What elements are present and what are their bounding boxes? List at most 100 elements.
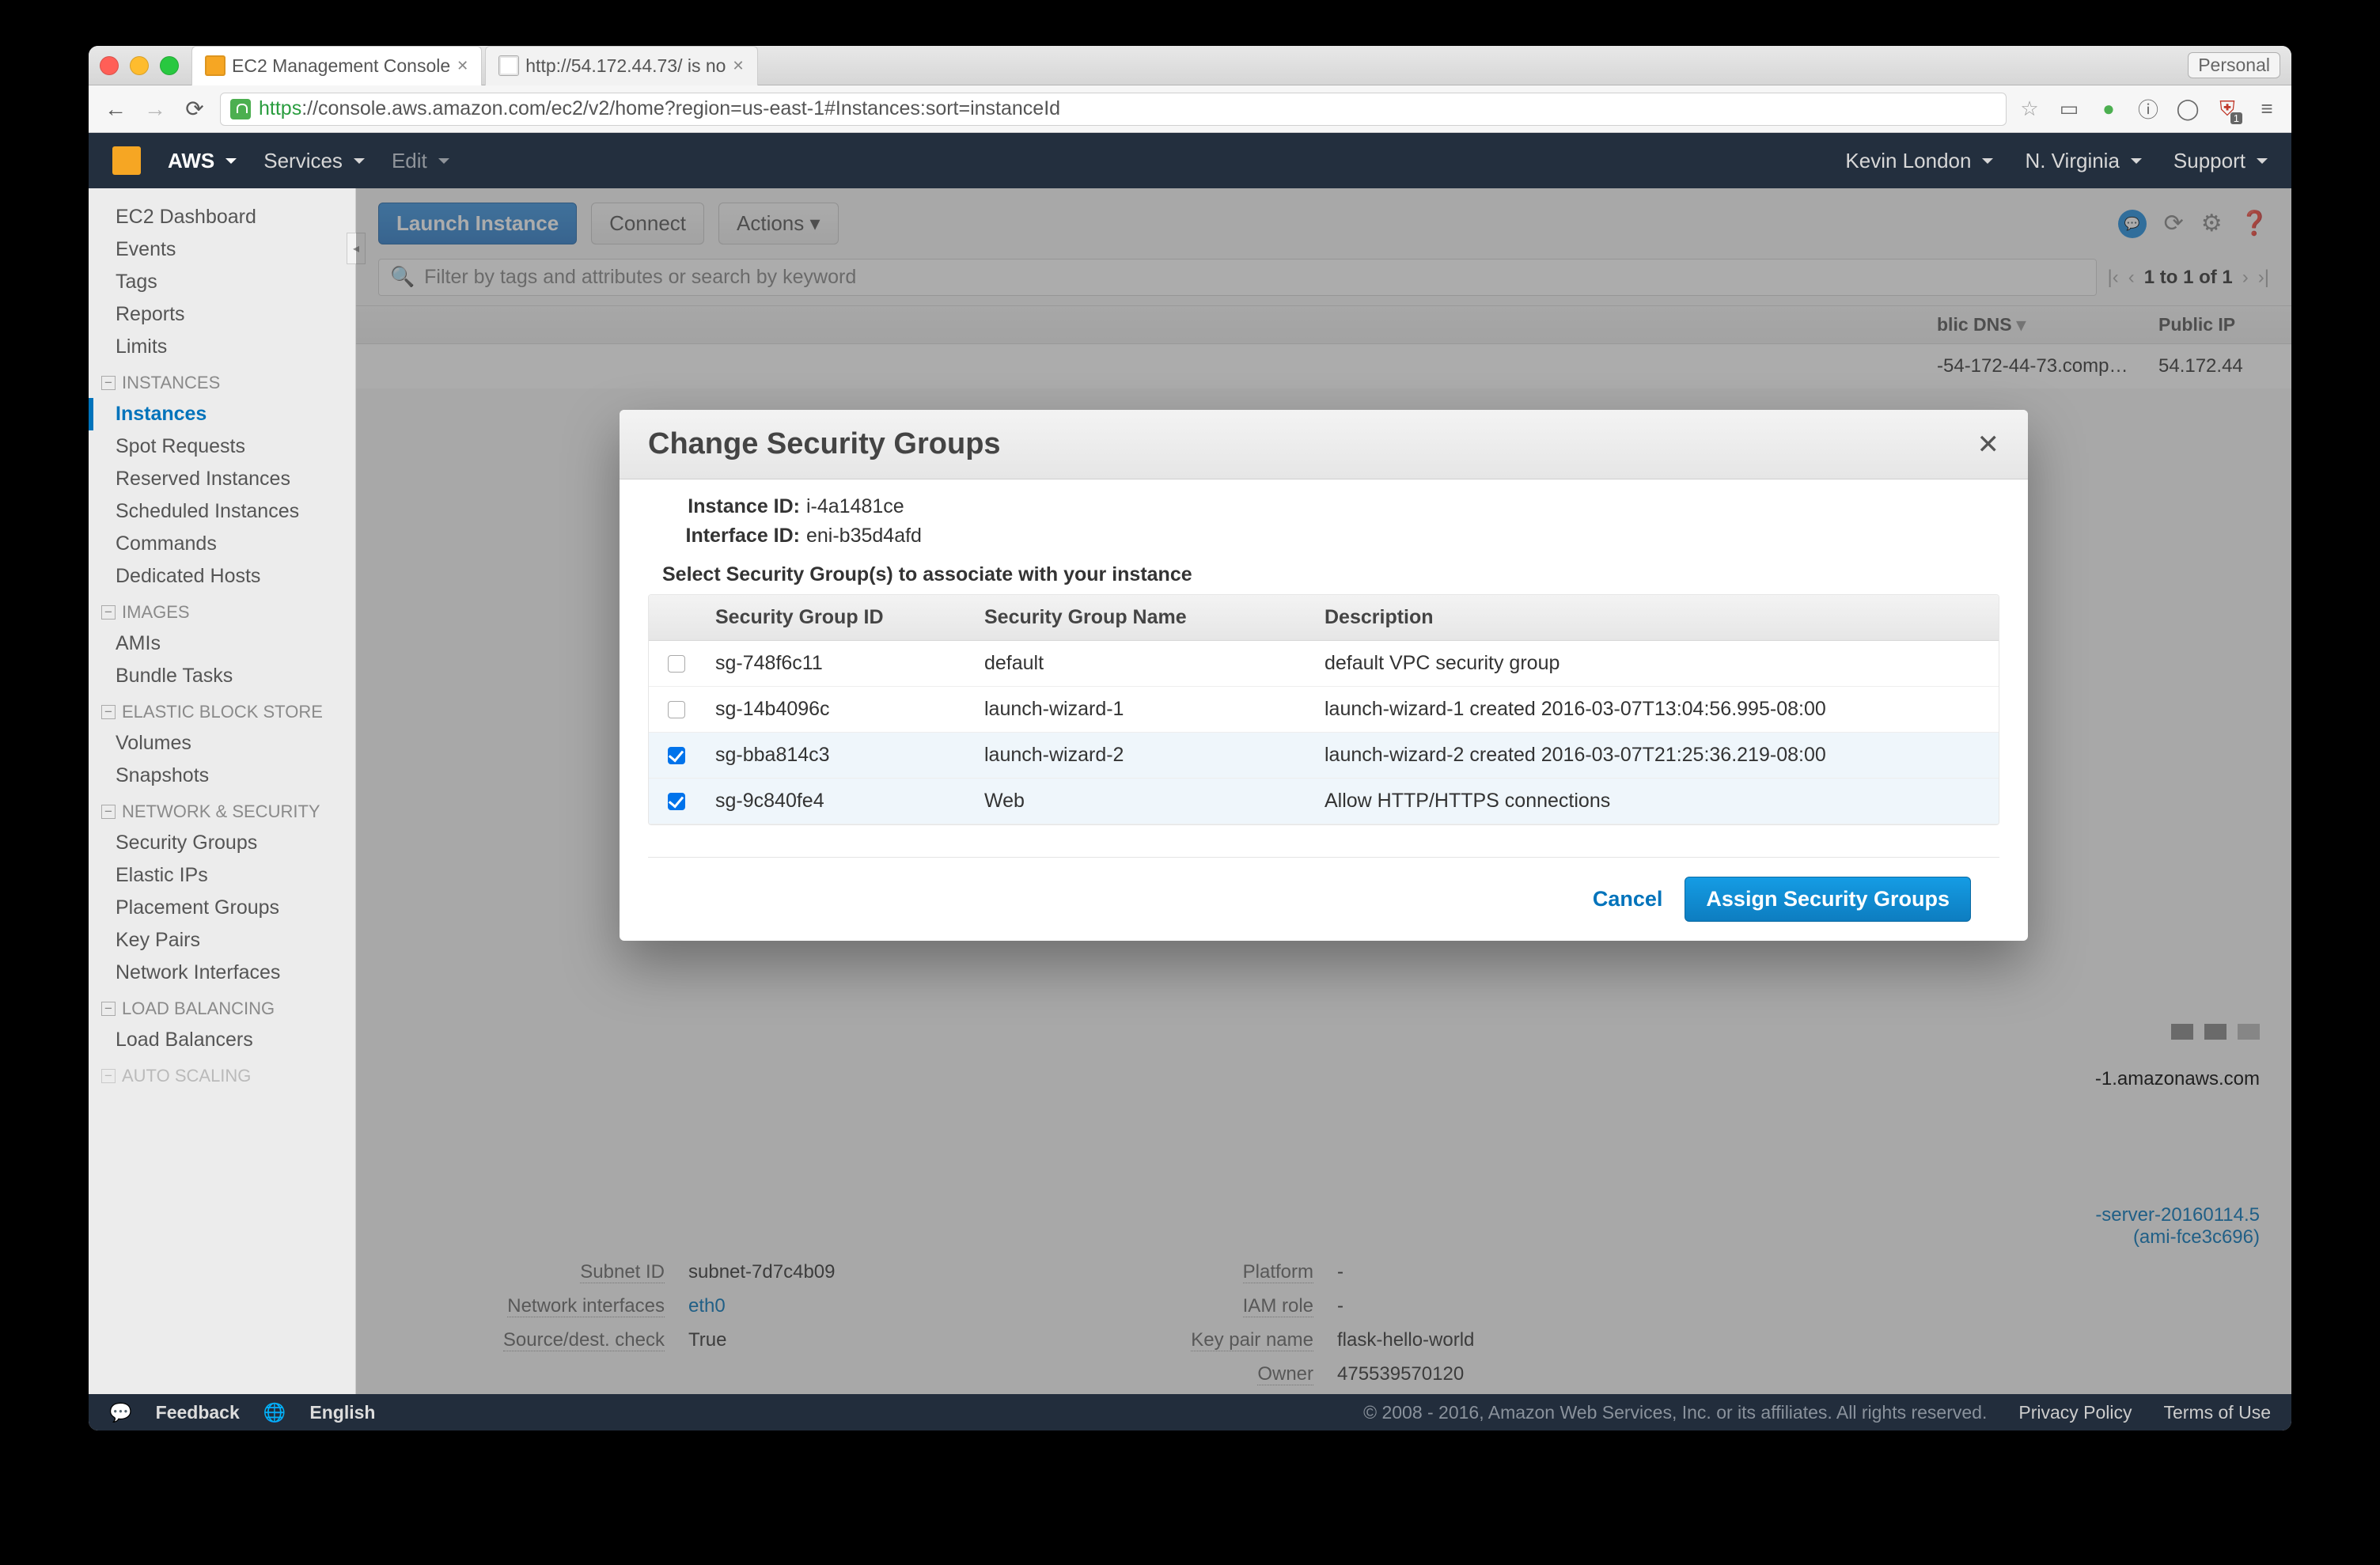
titlebar: EC2 Management Console ✕ http://54.172.4…	[89, 46, 2291, 85]
sg-name: default	[973, 641, 1313, 686]
forward-button[interactable]: →	[141, 97, 169, 122]
sidebar: EC2 Dashboard Events Tags Reports Limits…	[89, 188, 356, 1394]
ublock-icon[interactable]: ⛨1	[2215, 97, 2239, 121]
sidebar-section-instances[interactable]: −INSTANCES	[89, 363, 355, 398]
profile-badge[interactable]: Personal	[2188, 52, 2280, 78]
edit-menu[interactable]: Edit	[392, 149, 449, 173]
terms-link[interactable]: Terms of Use	[2164, 1402, 2271, 1423]
sidebar-item-eip[interactable]: Elastic IPs	[89, 859, 355, 892]
minimize-window-icon[interactable]	[130, 56, 149, 75]
section-label: AUTO SCALING	[122, 1066, 251, 1086]
sg-id: sg-748f6c11	[704, 641, 973, 686]
instance-id-value: i-4a1481ce	[806, 495, 904, 517]
sg-desc: launch-wizard-1 created 2016-03-07T13:04…	[1313, 687, 1999, 732]
sidebar-item-volumes[interactable]: Volumes	[89, 727, 355, 760]
browser-tab-ec2[interactable]: EC2 Management Console ✕	[191, 46, 482, 85]
menu-icon[interactable]: ≡	[2255, 97, 2279, 121]
maximize-window-icon[interactable]	[160, 56, 179, 75]
section-label: LOAD BALANCING	[122, 998, 275, 1019]
extension-dot-icon[interactable]: ●	[2097, 97, 2120, 121]
sidebar-item-dashboard[interactable]: EC2 Dashboard	[89, 201, 355, 233]
sidebar-section-lb[interactable]: −LOAD BALANCING	[89, 989, 355, 1024]
cancel-button[interactable]: Cancel	[1593, 887, 1663, 911]
sidebar-item-snapshots[interactable]: Snapshots	[89, 760, 355, 792]
bookmark-icon[interactable]: ☆	[2018, 97, 2041, 121]
modal-body: Instance ID:i-4a1481ce Interface ID:eni-…	[620, 479, 2028, 941]
sidebar-item-lb[interactable]: Load Balancers	[89, 1024, 355, 1056]
sg-row[interactable]: sg-14b4096c launch-wizard-1 launch-wizar…	[649, 687, 1999, 733]
instance-id-label: Instance ID:	[648, 495, 806, 518]
sg-id: sg-bba814c3	[704, 733, 973, 778]
checkbox-checked[interactable]	[668, 793, 685, 810]
close-icon[interactable]: ✕	[1977, 429, 2000, 460]
sidebar-item-placement[interactable]: Placement Groups	[89, 892, 355, 924]
aws-logo-icon[interactable]	[112, 146, 141, 175]
browser-tab-ip[interactable]: http://54.172.44.73/ is no ✕	[485, 46, 757, 85]
sg-row[interactable]: sg-bba814c3 launch-wizard-2 launch-wizar…	[649, 733, 1999, 779]
cast-icon[interactable]: ▭	[2057, 97, 2081, 121]
assign-security-groups-button[interactable]: Assign Security Groups	[1685, 877, 1971, 922]
aws-favicon-icon	[205, 55, 225, 76]
feedback-link[interactable]: Feedback	[156, 1402, 240, 1423]
sidebar-item-netif[interactable]: Network Interfaces	[89, 957, 355, 989]
sidebar-item-secgroups[interactable]: Security Groups	[89, 827, 355, 859]
instance-id-line: Instance ID:i-4a1481ce	[648, 492, 1999, 521]
th-sg-name: Security Group Name	[973, 595, 1313, 640]
back-button[interactable]: ←	[101, 97, 130, 122]
sidebar-item-scheduled[interactable]: Scheduled Instances	[89, 495, 355, 528]
modal-footer: Cancel Assign Security Groups	[648, 857, 1999, 941]
close-tab-icon[interactable]: ✕	[457, 58, 468, 74]
sidebar-section-ebs[interactable]: −ELASTIC BLOCK STORE	[89, 692, 355, 727]
sidebar-item-spot[interactable]: Spot Requests	[89, 430, 355, 463]
reload-button[interactable]: ⟳	[180, 96, 209, 122]
security-group-table: Security Group ID Security Group Name De…	[648, 594, 1999, 825]
section-label: NETWORK & SECURITY	[122, 801, 320, 822]
close-tab-icon[interactable]: ✕	[732, 58, 744, 74]
section-label: IMAGES	[122, 602, 190, 623]
sg-row[interactable]: sg-9c840fe4 Web Allow HTTP/HTTPS connect…	[649, 779, 1999, 824]
url-path: ://console.aws.amazon.com/ec2/v2/home?re…	[301, 97, 1060, 120]
sg-desc: Allow HTTP/HTTPS connections	[1313, 779, 1999, 824]
modal-header: Change Security Groups ✕	[620, 410, 2028, 479]
sidebar-item-dedicated[interactable]: Dedicated Hosts	[89, 560, 355, 593]
sidebar-section-images[interactable]: −IMAGES	[89, 593, 355, 627]
services-menu[interactable]: Services	[263, 149, 365, 173]
modal-overlay: Change Security Groups ✕ Instance ID:i-4…	[356, 188, 2291, 1394]
aws-header: AWS Services Edit Kevin London N. Virgin…	[89, 133, 2291, 188]
user-menu[interactable]: Kevin London	[1845, 149, 1993, 173]
sidebar-item-instances[interactable]: Instances	[89, 398, 355, 430]
tab-title: EC2 Management Console	[232, 55, 450, 77]
checkbox-checked[interactable]	[668, 747, 685, 764]
language-link[interactable]: English	[309, 1402, 375, 1423]
url-protocol: https	[259, 97, 301, 120]
checkbox[interactable]	[668, 655, 685, 673]
sidebar-section-as[interactable]: −AUTO SCALING	[89, 1056, 355, 1091]
sidebar-item-limits[interactable]: Limits	[89, 331, 355, 363]
browser-tabs: EC2 Management Console ✕ http://54.172.4…	[191, 46, 761, 85]
sidebar-item-amis[interactable]: AMIs	[89, 627, 355, 660]
th-sg-desc: Description	[1313, 595, 1999, 640]
checkbox[interactable]	[668, 701, 685, 718]
url-bar[interactable]: https://console.aws.amazon.com/ec2/v2/ho…	[220, 93, 2007, 126]
onepass-icon[interactable]: ◯	[2176, 97, 2200, 121]
close-window-icon[interactable]	[100, 56, 119, 75]
sg-name: Web	[973, 779, 1313, 824]
browser-toolbar: ← → ⟳ https://console.aws.amazon.com/ec2…	[89, 85, 2291, 133]
region-menu[interactable]: N. Virginia	[2025, 149, 2141, 173]
support-menu[interactable]: Support	[2173, 149, 2268, 173]
sidebar-item-events[interactable]: Events	[89, 233, 355, 266]
sidebar-item-keypairs[interactable]: Key Pairs	[89, 924, 355, 957]
globe-icon: 🌐	[263, 1402, 286, 1423]
sidebar-item-reserved[interactable]: Reserved Instances	[89, 463, 355, 495]
sg-name: launch-wizard-1	[973, 687, 1313, 732]
sidebar-item-commands[interactable]: Commands	[89, 528, 355, 560]
aws-menu[interactable]: AWS	[168, 149, 237, 173]
sidebar-item-bundle[interactable]: Bundle Tasks	[89, 660, 355, 692]
privacy-link[interactable]: Privacy Policy	[2018, 1402, 2132, 1423]
sidebar-item-reports[interactable]: Reports	[89, 298, 355, 331]
sidebar-item-tags[interactable]: Tags	[89, 266, 355, 298]
sidebar-section-network[interactable]: −NETWORK & SECURITY	[89, 792, 355, 827]
info-icon[interactable]: ⓘ	[2136, 97, 2160, 121]
sg-row[interactable]: sg-748f6c11 default default VPC security…	[649, 641, 1999, 687]
browser-window: EC2 Management Console ✕ http://54.172.4…	[89, 46, 2291, 1430]
